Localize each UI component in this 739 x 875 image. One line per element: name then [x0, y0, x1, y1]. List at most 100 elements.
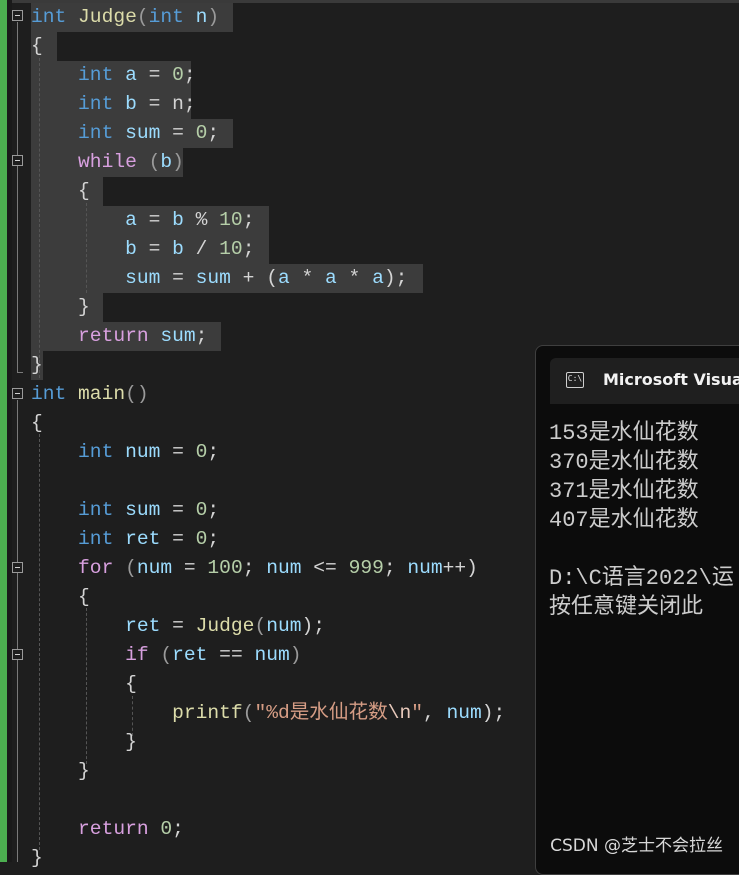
code-token: 0 [172, 64, 184, 86]
code-token: num [136, 557, 173, 579]
code-token: ) [289, 644, 302, 666]
code-token: ( [113, 557, 137, 579]
code-token: b [125, 238, 137, 260]
code-token: ( [242, 702, 255, 724]
code-token: ++) [442, 557, 478, 579]
code-token: num [266, 615, 302, 637]
console-line: 370是水仙花数 [549, 450, 699, 475]
code-token: * [336, 267, 373, 289]
code-token: \n [387, 702, 412, 724]
collapse-toggle-icon[interactable] [12, 649, 23, 660]
code-token: 0 [160, 818, 173, 840]
code-token: ); [383, 267, 408, 289]
code-token: while [78, 151, 137, 173]
code-token: return [78, 325, 149, 347]
code-token: 0 [195, 441, 208, 463]
code-token: b [125, 93, 137, 115]
collapse-toggle-icon[interactable] [12, 562, 23, 573]
code-token: int [78, 93, 114, 115]
code-token: num [254, 644, 290, 666]
code-token: + ( [230, 267, 278, 289]
code-token: ; [383, 557, 408, 579]
collapse-toggle-icon[interactable] [12, 388, 23, 399]
collapse-toggle-icon[interactable] [12, 10, 23, 21]
code-token: ( [136, 6, 149, 28]
code-line: { [31, 670, 505, 699]
code-token: ; [183, 64, 196, 86]
code-line: while (b) [31, 148, 505, 177]
code-line: { [31, 32, 505, 61]
code-token: Judge [195, 615, 255, 637]
console-tab[interactable]: C:\ Microsoft Visual [550, 358, 739, 404]
code-token: 0 [195, 528, 208, 550]
code-line: return 0; [31, 815, 505, 844]
code-token: a [125, 209, 137, 231]
code-token: for [78, 557, 114, 579]
collapse-toggle-icon[interactable] [12, 155, 23, 166]
code-token: 10 [219, 209, 243, 231]
code-line: { [31, 583, 505, 612]
code-line: } [31, 351, 505, 380]
code-token: int [31, 6, 67, 28]
code-line: int ret = 0; [31, 525, 505, 554]
code-token: { [31, 35, 43, 57]
code-token: ; [242, 209, 255, 231]
code-token: int [78, 64, 114, 86]
console-app-icon: C:\ [566, 372, 584, 388]
code-token: } [31, 354, 43, 376]
code-token: sum [195, 267, 231, 289]
code-token: return [78, 818, 149, 840]
code-token: "%d是水仙花数 [254, 702, 388, 724]
console-window[interactable]: C:\ Microsoft Visual 153是水仙花数 370是水仙花数 371… [535, 345, 739, 875]
code-token: ret [125, 615, 161, 637]
code-token: ; [242, 557, 267, 579]
console-line: 371是水仙花数 [549, 479, 699, 504]
code-token: ; [207, 499, 220, 521]
code-token: , [422, 702, 447, 724]
code-token: int [78, 122, 114, 144]
code-token: ); [301, 615, 326, 637]
console-line: 按任意键关闭此 [549, 595, 704, 620]
code-token: a [372, 267, 384, 289]
console-output: 153是水仙花数 370是水仙花数 371是水仙花数 407是水仙花数 D:\C语言20… [549, 419, 734, 622]
code-token: () [125, 383, 149, 405]
code-line: int sum = 0; [31, 496, 505, 525]
console-line: D:\C语言2022\运 [549, 566, 734, 591]
code-token: } [31, 847, 43, 869]
code-token: num [125, 441, 161, 463]
code-token: ( [148, 644, 173, 666]
code-token: int [148, 6, 184, 28]
code-token: } [31, 760, 90, 782]
code-token: sum [125, 122, 161, 144]
code-token: b [160, 151, 173, 173]
code-token: a [277, 267, 290, 289]
code-line: return sum; [31, 322, 505, 351]
code-token: 0 [195, 122, 208, 144]
code-token: = [136, 93, 173, 115]
code-token: == [207, 644, 255, 666]
code-token: ; [207, 441, 220, 463]
code-editor[interactable]: int Judge(int n){ int a = 0; int b = n; … [31, 3, 505, 873]
code-token: = [160, 122, 196, 144]
code-token: sum [125, 267, 161, 289]
code-token: ; [183, 93, 196, 115]
code-token: " [411, 702, 423, 724]
code-token: 100 [207, 557, 243, 579]
code-token: = [136, 238, 173, 260]
code-token: b [172, 238, 184, 260]
code-token: Judge [78, 6, 137, 28]
code-line: for (num = 100; num <= 999; num++) [31, 554, 505, 583]
code-token: = [160, 499, 196, 521]
code-token: if [125, 644, 149, 666]
code-line: printf("%d是水仙花数\n", num); [31, 699, 505, 728]
